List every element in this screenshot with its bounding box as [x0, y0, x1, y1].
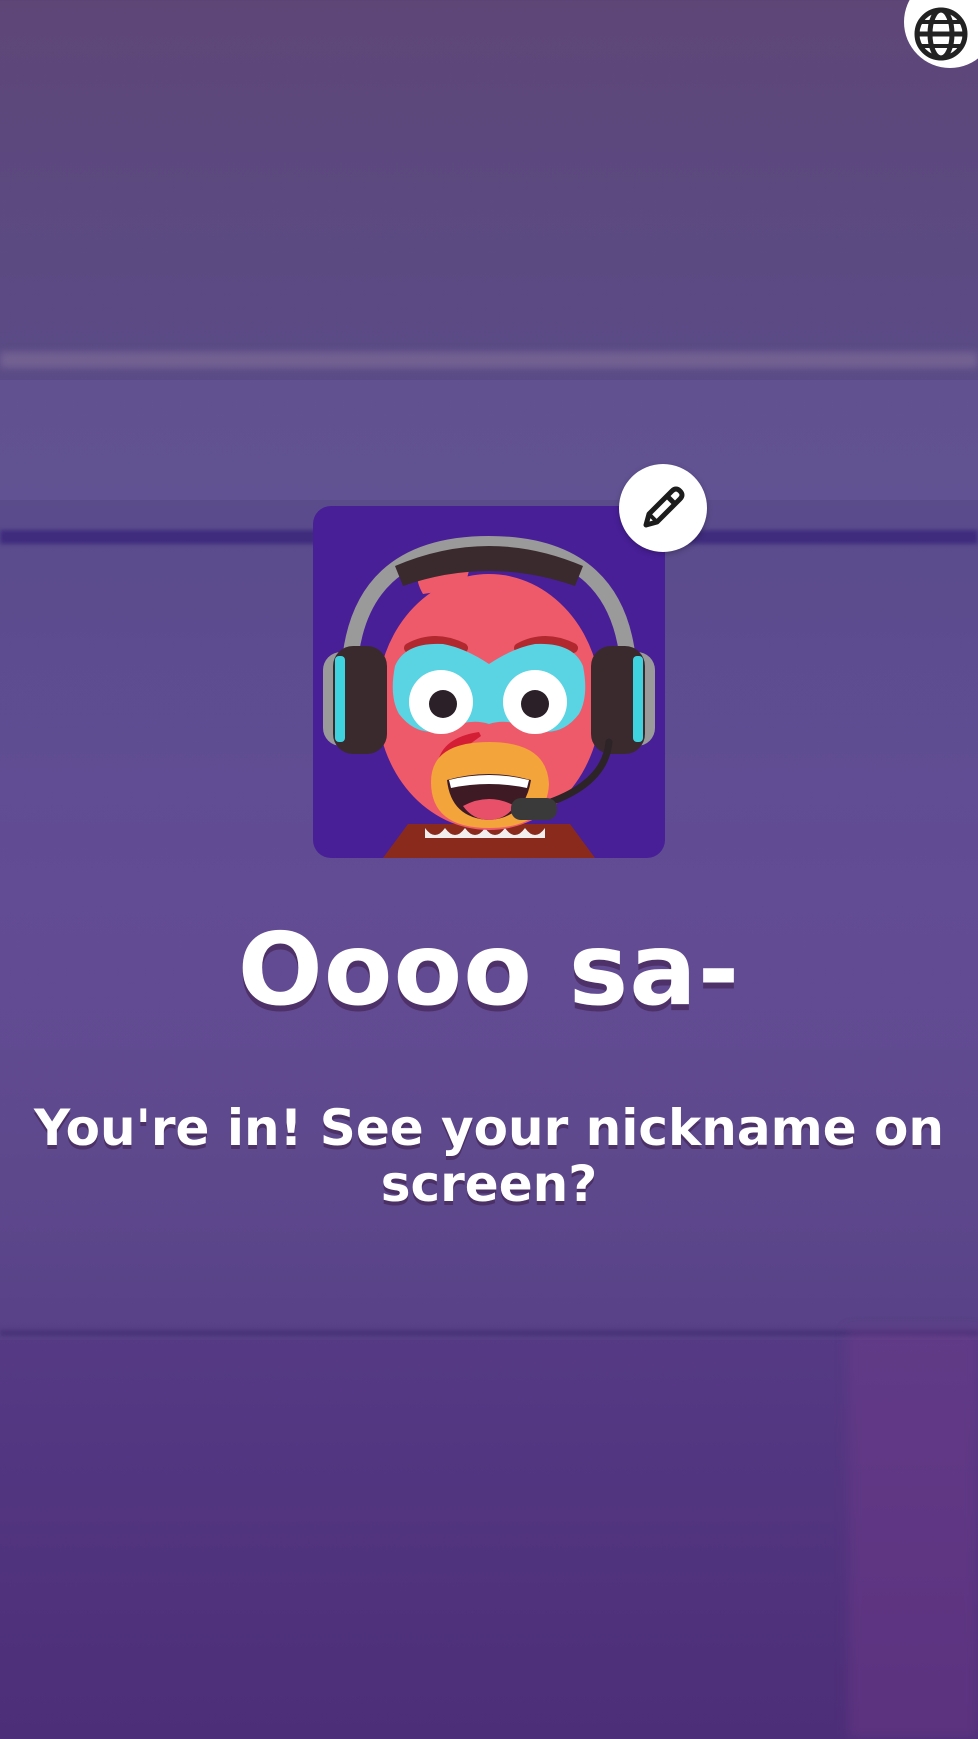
language-button[interactable]	[904, 0, 978, 68]
turkey-gamer-avatar	[323, 535, 655, 858]
pencil-icon	[643, 486, 685, 528]
edit-avatar-button[interactable]	[619, 464, 707, 552]
globe-icon	[914, 7, 968, 61]
avatar[interactable]	[313, 506, 665, 858]
background	[0, 0, 978, 1739]
nickname-text: Oooo sa-	[237, 911, 741, 1028]
status-message: You're in! See your nickname on screen?	[34, 1099, 944, 1213]
